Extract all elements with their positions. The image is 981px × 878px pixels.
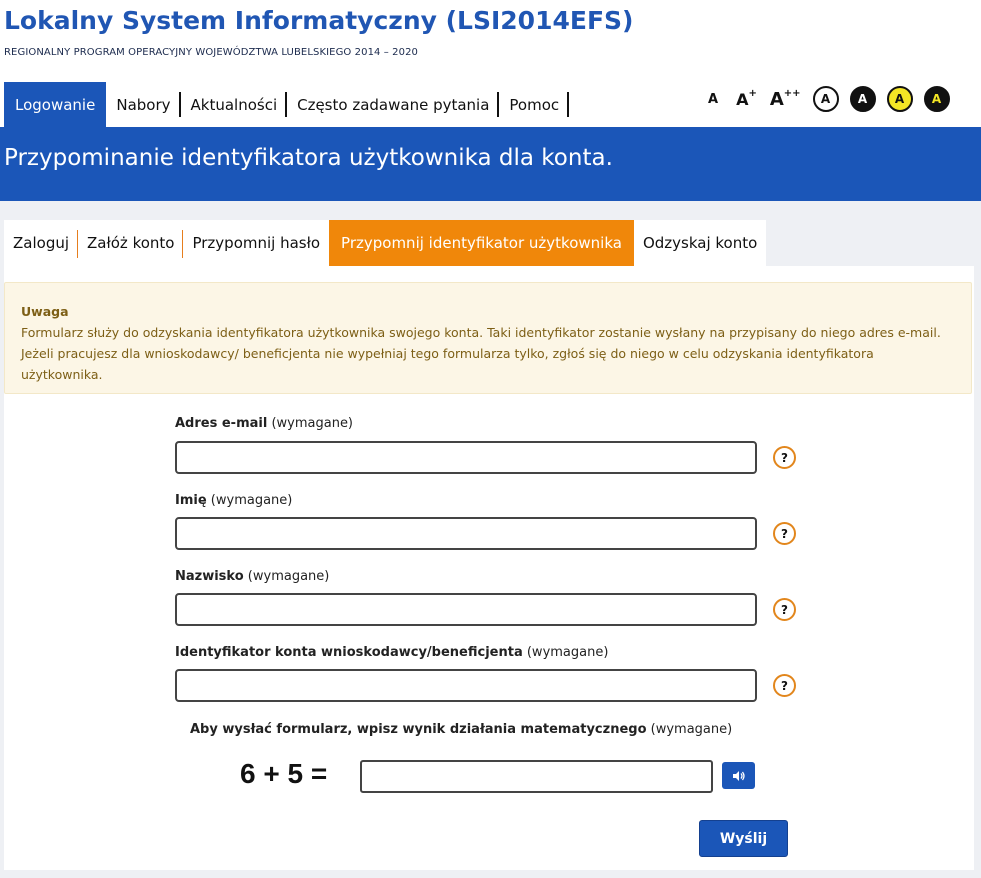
- nav-item-label: Pomoc: [509, 95, 560, 114]
- first-name-label: Imię (wymagane): [175, 493, 292, 508]
- captcha-label: Aby wysłać formularz, wpisz wynik działa…: [190, 722, 732, 737]
- required-suffix: (wymagane): [247, 569, 330, 584]
- page-title: Przypominanie identyfikatora użytkownika…: [4, 145, 613, 171]
- nav-item-pomoc[interactable]: Pomoc: [499, 82, 570, 127]
- nav-item-logowanie[interactable]: Logowanie: [4, 82, 107, 127]
- required-suffix: (wymagane): [271, 416, 354, 431]
- field-label-text: Imię: [175, 493, 207, 508]
- help-icon[interactable]: ?: [773, 446, 796, 469]
- email-label: Adres e-mail (wymagane): [175, 416, 353, 431]
- account-id-label: Identyfikator konta wnioskodawcy/benefic…: [175, 645, 608, 660]
- alert-text-line: Jeżeli pracujesz dla wnioskodawcy/ benef…: [21, 346, 874, 361]
- submit-button[interactable]: Wyślij: [699, 820, 788, 857]
- tab-label: Przypomnij identyfikator użytkownika: [341, 234, 622, 252]
- font-size-sup: ++: [783, 87, 801, 99]
- contrast-black-white-button[interactable]: A: [849, 86, 876, 112]
- email-field[interactable]: [175, 441, 757, 474]
- required-suffix: (wymagane): [210, 493, 293, 508]
- tab-przypomnij-identyfikator[interactable]: Przypomnij identyfikator użytkownika: [329, 220, 634, 266]
- tab-zaloz-konto[interactable]: Załóż konto: [78, 220, 184, 266]
- font-size-sup: +: [748, 88, 757, 100]
- field-label-text: Nazwisko: [175, 569, 244, 584]
- main-nav: Logowanie Nabory Aktualności Często zada…: [4, 82, 570, 127]
- contrast-black-yellow-button[interactable]: A: [923, 86, 950, 112]
- nav-item-label: Często zadawane pytania: [297, 95, 490, 114]
- alert-text-line: Formularz służy do odzyskania identyfika…: [21, 325, 941, 340]
- nav-item-aktualnosci[interactable]: Aktualności: [181, 82, 288, 127]
- help-icon[interactable]: ?: [773, 598, 796, 621]
- captcha-label-text: Aby wysłać formularz, wpisz wynik działa…: [190, 722, 647, 737]
- tab-label: Odzyskaj konto: [642, 234, 758, 252]
- account-tabs: Zaloguj Załóż konto Przypomnij hasło Prz…: [4, 220, 767, 266]
- tab-label: Przypomnij hasło: [192, 234, 321, 252]
- field-label-text: Identyfikator konta wnioskodawcy/benefic…: [175, 645, 523, 660]
- nav-item-label: Aktualności: [190, 95, 278, 114]
- site-title: Lokalny System Informatyczny (LSI2014EFS…: [4, 6, 634, 35]
- field-label-text: Adres e-mail: [175, 416, 268, 431]
- nav-item-label: Nabory: [116, 95, 171, 114]
- font-size-label: A: [736, 89, 749, 109]
- font-size-largest-button[interactable]: A++: [769, 87, 801, 110]
- help-icon[interactable]: ?: [773, 674, 796, 697]
- last-name-field[interactable]: [175, 593, 757, 626]
- captcha-answer-field[interactable]: [360, 760, 713, 793]
- site-subtitle: REGIONALNY PROGRAM OPERACYJNY WOJEWÓDZTW…: [4, 47, 419, 58]
- nav-item-nabory[interactable]: Nabory: [106, 82, 181, 127]
- required-suffix: (wymagane): [650, 722, 733, 737]
- font-size-label: A: [708, 91, 719, 107]
- alert-text-line: użytkownika.: [21, 367, 103, 382]
- tab-odzyskaj-konto[interactable]: Odzyskaj konto: [634, 220, 766, 266]
- help-icon[interactable]: ?: [773, 522, 796, 545]
- tab-przypomnij-haslo[interactable]: Przypomnij hasło: [183, 220, 329, 266]
- required-suffix: (wymagane): [526, 645, 609, 660]
- nav-separator: [567, 92, 570, 117]
- font-size-label: A: [769, 88, 784, 110]
- page-banner: Przypominanie identyfikatora użytkownika…: [0, 127, 981, 201]
- nav-item-faq[interactable]: Często zadawane pytania: [287, 82, 500, 127]
- captcha-expression: 6 + 5 =: [240, 758, 328, 789]
- font-size-larger-button[interactable]: A+: [736, 88, 757, 109]
- nav-item-label: Logowanie: [15, 95, 96, 114]
- font-size-normal-button[interactable]: A: [708, 92, 718, 107]
- account-id-field[interactable]: [175, 669, 757, 702]
- speaker-icon: [732, 770, 745, 781]
- tab-label: Zaloguj: [13, 234, 70, 252]
- contrast-yellow-black-button[interactable]: A: [886, 86, 913, 112]
- warning-alert: Uwaga Formularz służy do odzyskania iden…: [4, 282, 972, 394]
- first-name-field[interactable]: [175, 517, 757, 550]
- contrast-default-button[interactable]: A: [812, 86, 839, 112]
- last-name-label: Nazwisko (wymagane): [175, 569, 329, 584]
- alert-title: Uwaga: [21, 304, 69, 319]
- captcha-audio-button[interactable]: [722, 762, 755, 789]
- tab-zaloguj[interactable]: Zaloguj: [4, 220, 79, 266]
- accessibility-controls: A A+ A++ A A A A: [706, 86, 961, 112]
- tab-label: Załóż konto: [87, 234, 175, 252]
